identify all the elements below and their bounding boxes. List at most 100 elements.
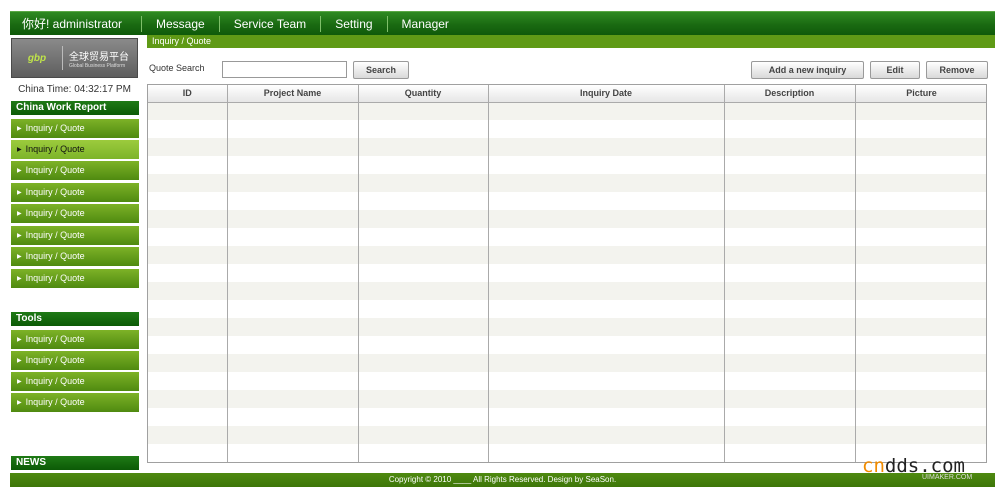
table-cell [855, 264, 986, 282]
sidebar-item-inquiry-quote[interactable]: ▶ Inquiry / Quote [11, 204, 139, 224]
sidebar-item-label: Inquiry / Quote [25, 187, 85, 197]
table-cell [148, 156, 228, 174]
table-cell [488, 408, 725, 426]
breadcrumb: Inquiry / Quote [147, 35, 995, 48]
table-row[interactable] [148, 156, 986, 174]
table-cell [855, 210, 986, 228]
search-button[interactable]: Search [353, 61, 409, 79]
column-header-quantity[interactable]: Quantity [358, 85, 489, 103]
table-row[interactable] [148, 372, 986, 390]
table-cell [148, 390, 228, 408]
table-cell [227, 120, 359, 138]
table-row[interactable] [148, 138, 986, 156]
table-cell [227, 228, 359, 246]
triangle-right-icon: ▶ [17, 379, 22, 385]
table-cell [724, 300, 856, 318]
table-cell [488, 174, 725, 192]
sidebar-item-inquiry-quote[interactable]: ▶ Inquiry / Quote [11, 351, 139, 371]
table-row[interactable] [148, 192, 986, 210]
table-row[interactable] [148, 354, 986, 372]
sidebar-item-inquiry-quote[interactable]: ▶ Inquiry / Quote [11, 140, 139, 160]
table-cell [148, 372, 228, 390]
table-row[interactable] [148, 426, 986, 444]
table-cell [488, 318, 725, 336]
sidebar-item-label: Inquiry / Quote [25, 376, 85, 386]
sidebar-item-inquiry-quote[interactable]: ▶ Inquiry / Quote [11, 372, 139, 392]
nav-setting[interactable]: Setting [320, 15, 386, 32]
sidebar-item-inquiry-quote[interactable]: ▶ Inquiry / Quote [11, 330, 139, 350]
table-row[interactable] [148, 228, 986, 246]
table-row[interactable] [148, 264, 986, 282]
table-row[interactable] [148, 120, 986, 138]
nav-manager[interactable]: Manager [386, 15, 463, 32]
table-cell [724, 282, 856, 300]
table-cell [724, 336, 856, 354]
sidebar-item-inquiry-quote[interactable]: ▶ Inquiry / Quote [11, 393, 139, 413]
table-row[interactable] [148, 408, 986, 426]
table-cell [148, 336, 228, 354]
triangle-right-icon: ▶ [17, 211, 22, 217]
edit-button[interactable]: Edit [870, 61, 920, 79]
table-cell [227, 192, 359, 210]
table-row[interactable] [148, 174, 986, 192]
sidebar-item-inquiry-quote[interactable]: ▶ Inquiry / Quote [11, 119, 139, 139]
table-cell [855, 192, 986, 210]
table-cell [148, 102, 228, 120]
table-cell [148, 246, 228, 264]
table-cell [724, 264, 856, 282]
table-cell [724, 246, 856, 264]
column-header-description[interactable]: Description [724, 85, 856, 103]
column-header-inquiry-date[interactable]: Inquiry Date [488, 85, 725, 103]
table-cell [855, 300, 986, 318]
sidebar-head-news[interactable]: NEWS [11, 456, 139, 470]
table-cell [488, 138, 725, 156]
table-row[interactable] [148, 102, 986, 120]
sidebar-head-tools: Tools [11, 312, 139, 326]
table-cell [488, 444, 725, 462]
logo-cn: 全球贸易平台 [69, 51, 129, 63]
table-row[interactable] [148, 300, 986, 318]
table-cell [148, 300, 228, 318]
search-input[interactable] [222, 61, 347, 78]
table-row[interactable] [148, 210, 986, 228]
sidebar-item-inquiry-quote[interactable]: ▶ Inquiry / Quote [11, 161, 139, 181]
column-header-picture[interactable]: Picture [855, 85, 986, 103]
column-header-id[interactable]: ID [148, 85, 228, 103]
table-cell [724, 372, 856, 390]
table-cell [724, 228, 856, 246]
remove-button[interactable]: Remove [926, 61, 988, 79]
column-header-project-name[interactable]: Project Name [227, 85, 359, 103]
table-cell [358, 138, 489, 156]
triangle-right-icon: ▶ [17, 168, 22, 174]
table-cell [358, 210, 489, 228]
table-cell [227, 444, 359, 462]
table-cell [358, 444, 489, 462]
table-row[interactable] [148, 282, 986, 300]
table-cell [488, 372, 725, 390]
nav-message[interactable]: Message [141, 15, 219, 32]
table-cell [855, 372, 986, 390]
table-row[interactable] [148, 336, 986, 354]
table-cell [855, 390, 986, 408]
sidebar-item-inquiry-quote[interactable]: ▶ Inquiry / Quote [11, 247, 139, 267]
sidebar-item-inquiry-quote[interactable]: ▶ Inquiry / Quote [11, 269, 139, 289]
table-cell [488, 336, 725, 354]
table-row[interactable] [148, 390, 986, 408]
nav-service-team[interactable]: Service Team [218, 15, 320, 32]
table-cell [148, 282, 228, 300]
sidebar-item-inquiry-quote[interactable]: ▶ Inquiry / Quote [11, 183, 139, 203]
logo[interactable]: gbp 全球贸易平台 Global Business Platform [11, 38, 138, 78]
sidebar-item-inquiry-quote[interactable]: ▶ Inquiry / Quote [11, 226, 139, 246]
table-cell [855, 282, 986, 300]
table-row[interactable] [148, 318, 986, 336]
table-row[interactable] [148, 246, 986, 264]
add-inquiry-button[interactable]: Add a new inquiry [751, 61, 864, 79]
table-cell [358, 336, 489, 354]
table-cell [358, 102, 489, 120]
triangle-right-icon: ▶ [17, 337, 22, 343]
table-cell [855, 336, 986, 354]
table-cell [488, 264, 725, 282]
table-cell [855, 354, 986, 372]
table-cell [358, 156, 489, 174]
table-cell [358, 120, 489, 138]
